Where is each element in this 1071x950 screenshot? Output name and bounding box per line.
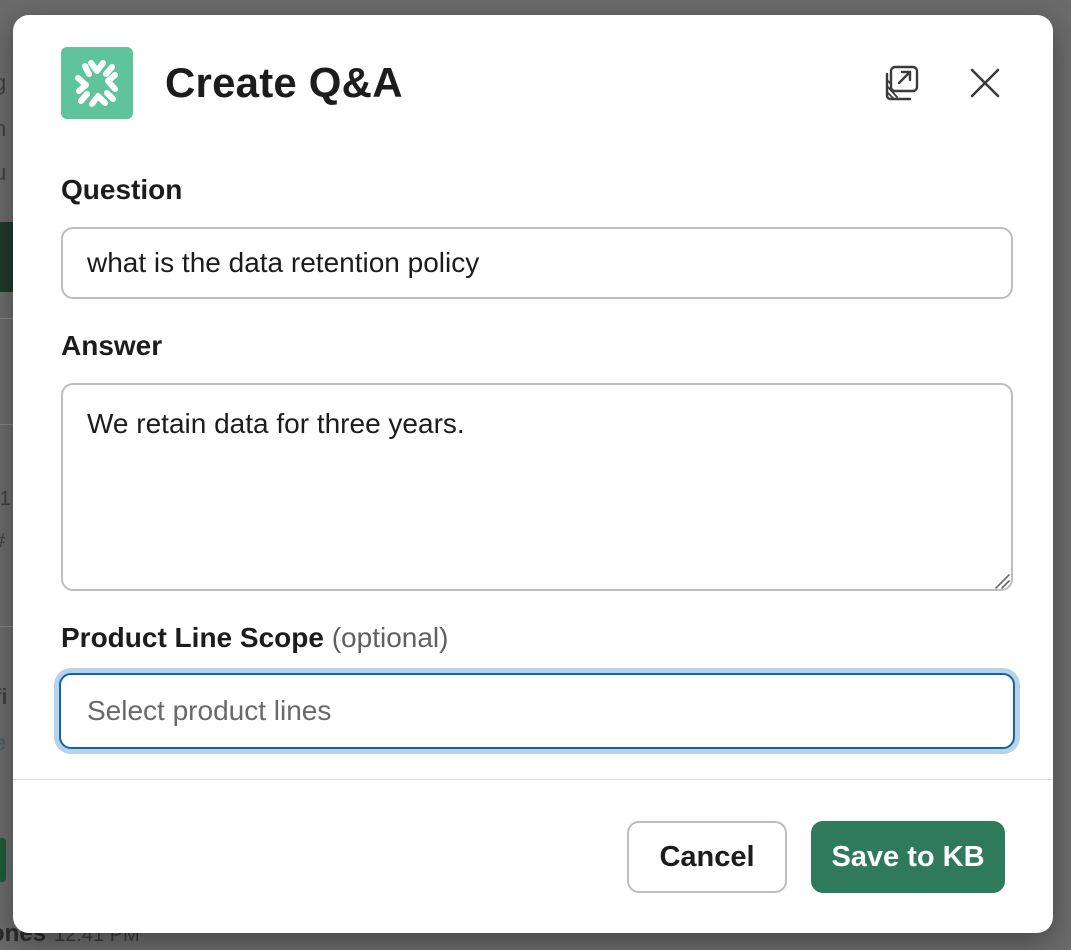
save-to-kb-button[interactable]: Save to KB xyxy=(811,821,1005,893)
product-lines-placeholder: Select product lines xyxy=(87,695,332,726)
background-divider xyxy=(0,424,14,425)
background-text: fi xyxy=(0,684,8,709)
popout-button[interactable] xyxy=(873,63,929,103)
close-button[interactable] xyxy=(963,63,1007,103)
cancel-button[interactable]: Cancel xyxy=(627,821,787,893)
background-avatar-fragment xyxy=(0,838,6,882)
footer-divider xyxy=(13,779,1053,780)
background-button-fragment xyxy=(0,222,14,292)
open-in-window-icon xyxy=(885,65,919,101)
question-label: Question xyxy=(61,174,183,205)
product-line-scope-label-text: Product Line Scope xyxy=(61,622,324,653)
modal-title: Create Q&A xyxy=(165,59,403,106)
question-input[interactable] xyxy=(61,227,1013,299)
background-text: g xyxy=(0,70,7,95)
optional-hint: (optional) xyxy=(331,622,449,653)
product-line-scope-label: Product Line Scope (optional) xyxy=(61,621,448,655)
close-icon xyxy=(970,68,1000,98)
background-text: e xyxy=(0,730,7,755)
product-lines-select[interactable]: Select product lines xyxy=(59,673,1015,749)
resize-handle-icon[interactable] xyxy=(994,573,1010,589)
background-text: :1 xyxy=(0,488,11,510)
create-qa-modal: Create Q&A Question Answer We retain dat xyxy=(13,15,1053,933)
background-text: n xyxy=(0,116,7,141)
background-divider xyxy=(0,626,14,627)
answer-textarea[interactable]: We retain data for three years. xyxy=(61,383,1013,591)
spark-burst-icon xyxy=(61,47,133,119)
background-text: # xyxy=(0,528,5,554)
background-divider xyxy=(0,318,14,319)
answer-label: Answer xyxy=(61,330,163,361)
background-text: u xyxy=(0,160,7,185)
